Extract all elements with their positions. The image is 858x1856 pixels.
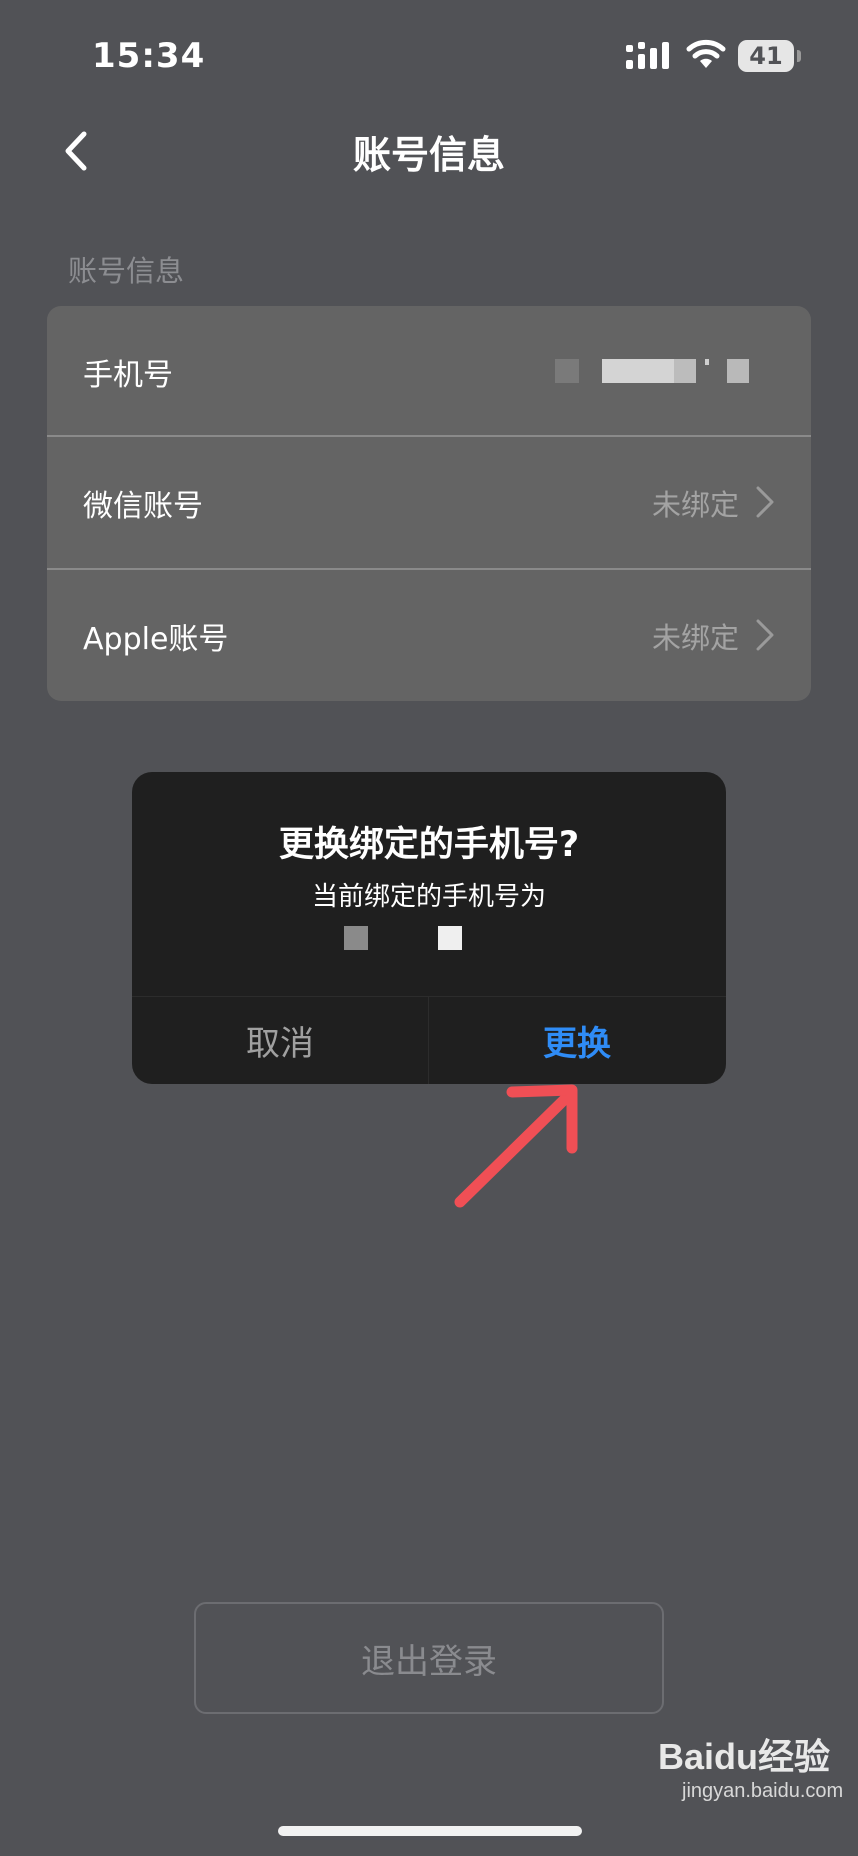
annotation-arrow-icon xyxy=(454,1084,578,1208)
dialog-title: 更换绑定的手机号? xyxy=(278,825,580,865)
masked-phone-value xyxy=(555,359,755,383)
row-apple[interactable]: Apple账号 未绑定 xyxy=(47,570,811,701)
status-bar: 15:34 41 xyxy=(0,0,858,110)
watermark-url: jingyan.baidu.com xyxy=(682,1780,844,1802)
row-wechat[interactable]: 微信账号 未绑定 xyxy=(47,437,811,568)
battery-level: 41 xyxy=(749,42,783,70)
row-apple-value: 未绑定 xyxy=(651,620,739,655)
watermark-brand: Baidu经验 xyxy=(658,1736,831,1777)
status-time: 15:34 xyxy=(92,36,206,76)
row-phone[interactable]: 手机号 xyxy=(47,306,811,437)
account-card: 手机号 微信账号 未绑定 Apple账号 未绑定 xyxy=(47,306,811,701)
row-wechat-label: 微信账号 xyxy=(83,488,203,524)
row-apple-label: Apple账号 xyxy=(83,621,229,657)
chevron-right-icon xyxy=(756,619,774,651)
battery-icon: 41 xyxy=(738,40,801,72)
masked-dialog-phone xyxy=(344,926,484,950)
chevron-right-icon xyxy=(756,486,774,518)
cancel-button[interactable]: 取消 xyxy=(132,996,428,1084)
home-indicator[interactable] xyxy=(278,1826,582,1836)
signal-icon xyxy=(626,42,669,69)
change-phone-dialog: 更换绑定的手机号? 当前绑定的手机号为 取消 更换 xyxy=(132,772,726,1084)
logout-button[interactable]: 退出登录 xyxy=(194,1602,664,1714)
wifi-icon xyxy=(686,39,726,68)
dialog-message: 当前绑定的手机号为 xyxy=(311,882,546,912)
page-title: 账号信息 xyxy=(352,133,505,177)
row-wechat-value: 未绑定 xyxy=(651,487,739,522)
section-label: 账号信息 xyxy=(68,254,185,288)
row-phone-label: 手机号 xyxy=(83,357,173,393)
baidu-watermark: Baidu经验 jingyan.baidu.com xyxy=(656,1722,846,1812)
